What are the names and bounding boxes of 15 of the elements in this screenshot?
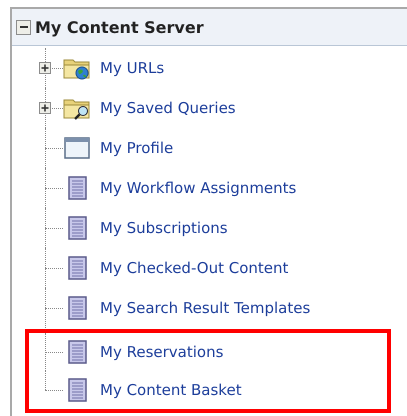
collapse-toggle[interactable] <box>16 20 31 34</box>
tree-item-label[interactable]: My Profile <box>100 139 174 157</box>
expand-toggle[interactable] <box>39 62 51 74</box>
tree-item-label[interactable]: My URLs <box>100 59 164 77</box>
tree-item-label[interactable]: My Content Basket <box>100 381 242 399</box>
expand-toggle[interactable] <box>39 102 51 114</box>
plus-icon <box>40 63 50 73</box>
tree-item-label[interactable]: My Search Result Templates <box>100 299 310 317</box>
tree-item-label[interactable]: My Checked-Out Content <box>100 259 288 277</box>
tree-item-label[interactable]: My Reservations <box>100 343 224 361</box>
tree-item-label[interactable]: My Workflow Assignments <box>100 179 296 197</box>
tree-item-label[interactable]: My Saved Queries <box>100 99 236 117</box>
tree-item-label[interactable]: My Subscriptions <box>100 219 228 237</box>
plus-icon <box>40 103 50 113</box>
window-icon <box>63 136 91 160</box>
